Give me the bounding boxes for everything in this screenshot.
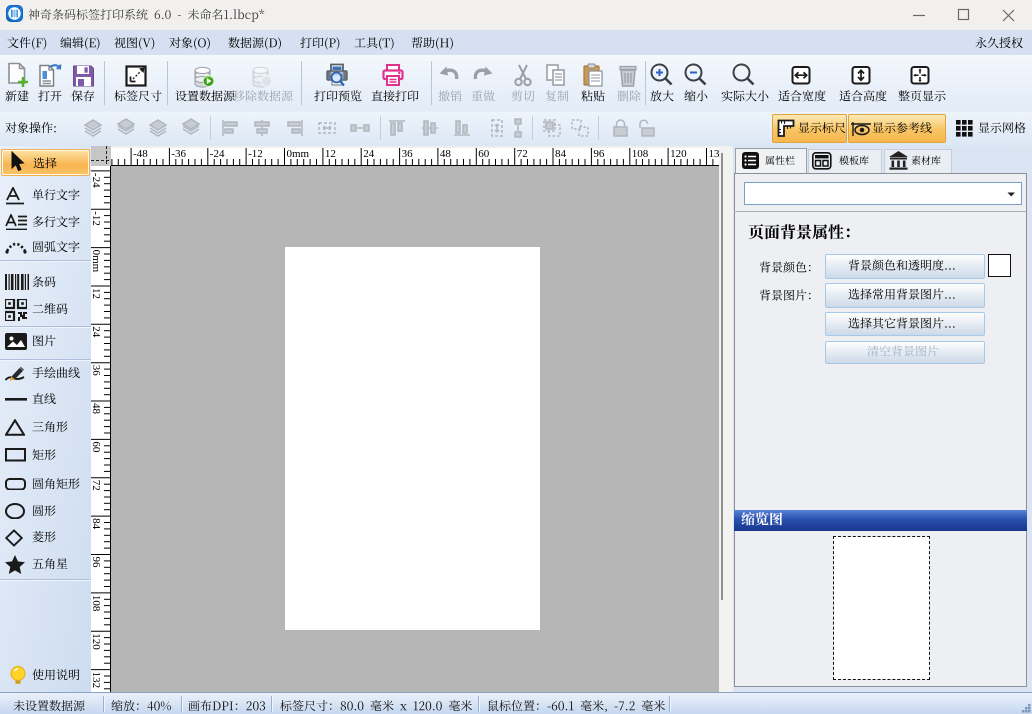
svg-text:48: 48	[91, 403, 102, 415]
svg-text:60: 60	[478, 148, 490, 160]
svg-text:108: 108	[91, 595, 102, 612]
svg-text:24: 24	[91, 326, 102, 338]
svg-text:24: 24	[363, 148, 375, 160]
svg-text:96: 96	[593, 148, 605, 160]
svg-text:60: 60	[91, 441, 102, 453]
svg-text:72: 72	[517, 148, 528, 160]
svg-text:-24: -24	[210, 148, 225, 160]
svg-text:120: 120	[670, 148, 687, 160]
svg-text:12: 12	[91, 288, 102, 299]
svg-text:-24: -24	[91, 173, 102, 188]
svg-text:12: 12	[325, 148, 336, 160]
svg-text:-12: -12	[91, 211, 102, 226]
svg-text:-48: -48	[133, 148, 148, 160]
svg-text:132: 132	[709, 148, 720, 160]
svg-text:84: 84	[555, 148, 567, 160]
svg-text:-12: -12	[248, 148, 263, 160]
svg-text:-36: -36	[171, 148, 186, 160]
svg-text:0mm: 0mm	[287, 148, 310, 160]
svg-text:72: 72	[91, 480, 102, 491]
svg-text:84: 84	[91, 518, 102, 530]
svg-text:0mm: 0mm	[91, 250, 102, 273]
svg-text:48: 48	[440, 148, 452, 160]
svg-text:36: 36	[91, 365, 102, 377]
svg-text:96: 96	[91, 557, 102, 569]
svg-text:108: 108	[632, 148, 649, 160]
svg-text:36: 36	[402, 148, 414, 160]
svg-text:120: 120	[91, 633, 102, 650]
svg-text:132: 132	[91, 672, 102, 689]
